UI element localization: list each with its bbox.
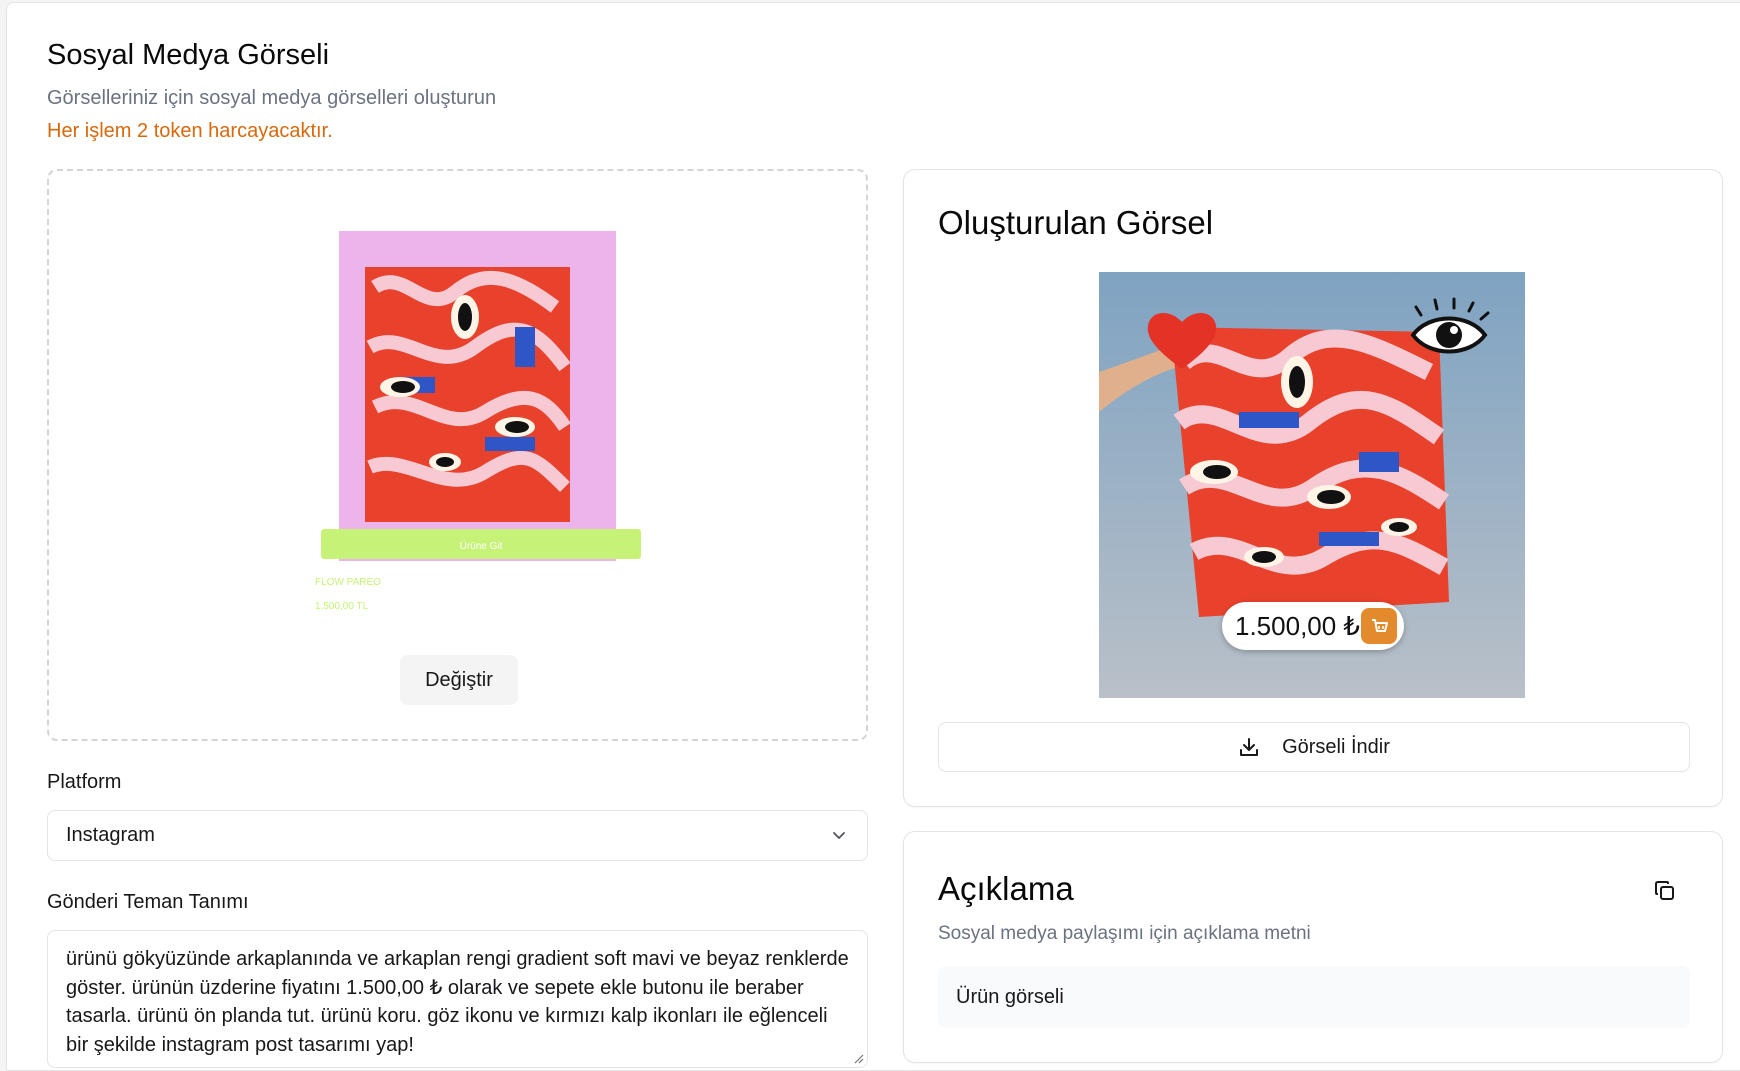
post-theme-textarea[interactable]: ürünü gökyüzünde arkaplanında ve arkapla… [47,930,868,1068]
preview-product-button: Ürüne Git [460,540,503,552]
platform-label: Platform [47,771,122,793]
token-cost-note: Her işlem 2 token harcayacaktır. [47,120,333,142]
description-subtitle: Sosyal medya paylaşımı için açıklama met… [938,923,1311,944]
page-subtitle: Görselleriniz için sosyal medya görselle… [47,87,497,109]
resize-handle-icon[interactable] [852,1052,864,1064]
download-image-button[interactable]: Görseli İndir [938,722,1690,772]
copy-icon [1655,881,1674,900]
download-label: Görseli İndir [1282,735,1390,758]
change-image-button[interactable]: Değiştir [400,655,518,705]
add-to-cart-icon [1361,608,1397,644]
generated-image-title: Oluşturulan Görsel [938,204,1214,241]
preview-product-price: 1.500,00 TL [315,601,369,612]
description-title: Açıklama [938,870,1074,907]
description-text: Ürün görseli [956,985,1064,1008]
platform-selected-value: Instagram [66,824,155,846]
generated-image-card: Oluşturulan Görsel 1.500,00 ₺ Görseli İn… [903,169,1723,807]
description-text-box: Ürün görseli [938,966,1690,1028]
preview-product-name: FLOW PAREO [315,577,381,588]
download-icon [1240,738,1259,756]
main-panel: Sosyal Medya Görseli Görselleriniz için … [6,2,1740,1071]
uploaded-product-image: Ürüne Git FLOW PAREO 1.500,00 TL [315,231,641,612]
copy-description-button[interactable] [1650,876,1680,906]
post-theme-text: ürünü gökyüzünde arkaplanında ve arkapla… [66,948,849,1056]
price-badge: 1.500,00 ₺ [1222,602,1404,650]
generated-image: 1.500,00 ₺ [1099,272,1525,698]
page-title: Sosyal Medya Görseli [47,39,330,71]
platform-select[interactable]: Instagram [47,810,868,861]
image-dropzone[interactable]: Ürüne Git FLOW PAREO 1.500,00 TL Değişti… [47,169,868,741]
description-card: Açıklama Sosyal medya paylaşımı için açı… [903,831,1723,1063]
price-badge-text: 1.500,00 ₺ [1235,610,1360,641]
post-theme-label: Gönderi Teman Tanımı [47,891,249,913]
chevron-down-icon [833,832,845,839]
